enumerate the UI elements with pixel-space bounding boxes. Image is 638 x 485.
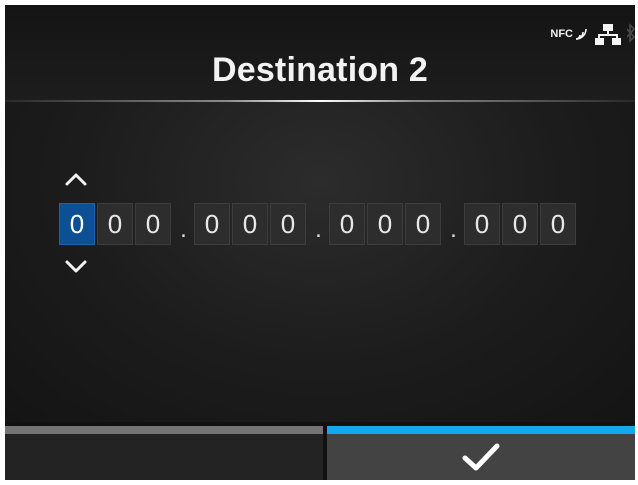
network-icon (595, 24, 621, 45)
chevron-up-icon[interactable] (64, 171, 88, 187)
ip-digit[interactable]: 0 (405, 203, 441, 245)
ip-digit[interactable]: 0 (329, 203, 365, 245)
ip-separator: . (450, 216, 457, 243)
ip-digit[interactable]: 0 (502, 203, 538, 245)
ip-digit[interactable]: 0 (97, 203, 133, 245)
ip-digit[interactable]: 0 (59, 203, 95, 245)
printer-screen: Destination 2 NFC 0 0 0 . 0 0 0 . 0 0 0 … (5, 5, 635, 480)
checkmark-icon (462, 443, 500, 471)
bluetooth-icon (627, 23, 635, 43)
ip-digit[interactable]: 0 (367, 203, 403, 245)
confirm-button-inner[interactable] (327, 434, 635, 480)
content-area (5, 102, 635, 422)
page-title: Destination 2 (211, 51, 429, 89)
status-icons: NFC (550, 21, 635, 47)
ip-digit[interactable]: 0 (464, 203, 500, 245)
nfc-label: NFC (550, 28, 573, 40)
ip-digit[interactable]: 0 (135, 203, 171, 245)
ip-digit[interactable]: 0 (194, 203, 230, 245)
confirm-button[interactable] (327, 426, 635, 480)
ip-separator: . (315, 216, 322, 243)
ip-digit[interactable]: 0 (540, 203, 576, 245)
ip-digit[interactable]: 0 (270, 203, 306, 245)
footer-left-button[interactable] (5, 426, 323, 480)
ip-address-editor: 0 0 0 . 0 0 0 . 0 0 0 . 0 0 0 (59, 203, 578, 245)
nfc-icon: NFC (550, 27, 589, 41)
header-bar: Destination 2 NFC (5, 5, 635, 101)
chevron-down-icon[interactable] (64, 259, 88, 275)
ip-digit[interactable]: 0 (232, 203, 268, 245)
ip-separator: . (180, 216, 187, 243)
